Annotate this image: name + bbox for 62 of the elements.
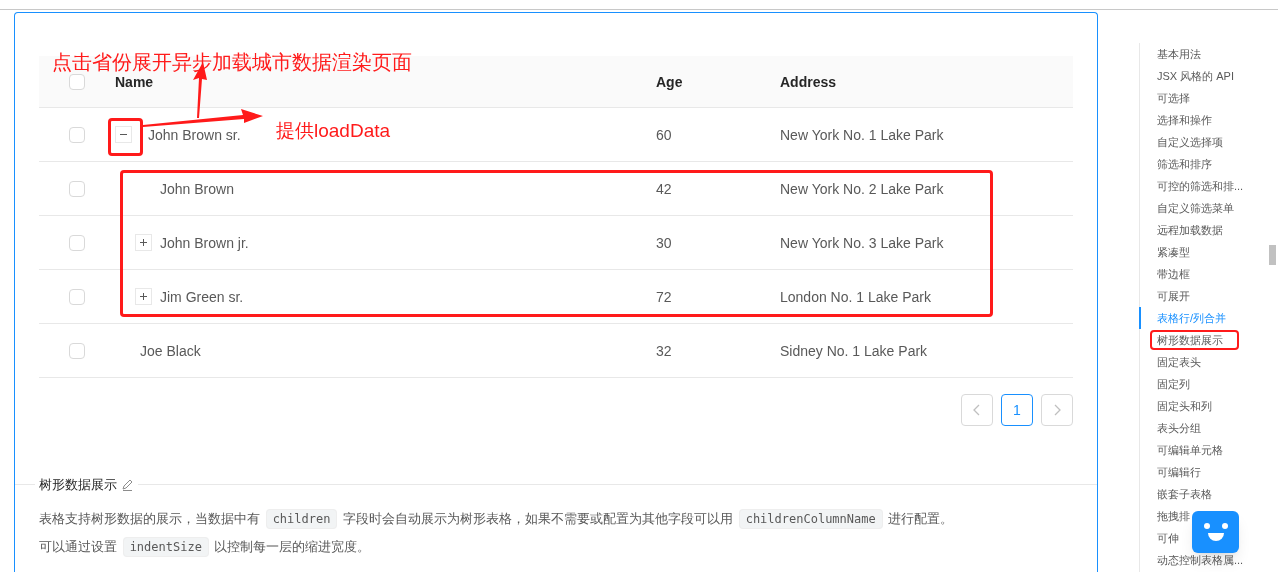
anchor-link[interactable]: 可编辑单元格	[1139, 439, 1223, 461]
anchor-link[interactable]: 拖拽排	[1139, 505, 1190, 527]
anchor-link[interactable]: 筛选和排序	[1139, 153, 1212, 175]
name-cell-text: John Brown sr.	[148, 125, 241, 145]
address-cell: New York No. 3 Lake Park	[780, 234, 944, 251]
anchor-link[interactable]: 表头分组	[1139, 417, 1201, 439]
address-cell: New York No. 1 Lake Park	[780, 126, 944, 143]
name-cell-text: Joe Black	[140, 341, 201, 361]
age-cell: 30	[656, 234, 672, 251]
anchor-link[interactable]: 固定列	[1139, 373, 1190, 395]
age-cell: 60	[656, 126, 672, 143]
anchor-link[interactable]: 基本用法	[1139, 43, 1201, 65]
anchor-link[interactable]: 可控的筛选和排...	[1139, 175, 1244, 197]
next-page-button[interactable]	[1041, 394, 1073, 426]
row-checkbox[interactable]	[69, 342, 85, 359]
anchor-link[interactable]: 固定头和列	[1139, 395, 1212, 417]
select-all-checkbox[interactable]	[69, 73, 85, 90]
row-checkbox[interactable]	[69, 126, 85, 143]
address-cell: London No. 1 Lake Park	[780, 288, 931, 305]
expand-icon[interactable]	[135, 234, 152, 251]
description-text: 表格支持树形数据的展示，当数据中有 children 字段时会自动展示为树形表格，如果不需要或配置为其他字段可以用 childrenColumnName 进行配置。	[39, 505, 1073, 533]
address-cell: New York No. 2 Lake Park	[780, 180, 944, 197]
name-cell-text: John Brown jr.	[160, 233, 249, 253]
anchor-link[interactable]: 树形数据展示	[1139, 329, 1223, 351]
anchor-link[interactable]: JSX 风格的 API	[1139, 65, 1235, 87]
annotation-text: 提供loadData	[276, 119, 391, 143]
column-header: Age	[656, 73, 683, 90]
anchor-link[interactable]: 带边框	[1139, 263, 1190, 285]
description-text: 可以通过设置 indentSize 以控制每一层的缩进宽度。	[39, 533, 1073, 561]
anchor-link[interactable]: 动态控制表格属...	[1139, 549, 1244, 571]
assistant-button[interactable]	[1192, 511, 1239, 553]
chevron-left-icon	[973, 404, 981, 416]
anchor-link[interactable]: 可选择	[1139, 87, 1190, 109]
anchor-link[interactable]: 远程加载数据	[1139, 219, 1223, 241]
anchor-link[interactable]: 可伸	[1139, 527, 1179, 549]
edit-icon[interactable]	[121, 478, 134, 492]
name-cell-text: John Brown	[160, 179, 234, 199]
age-cell: 32	[656, 342, 672, 359]
row-checkbox[interactable]	[69, 234, 85, 251]
row-checkbox[interactable]	[69, 288, 85, 305]
row-checkbox[interactable]	[69, 180, 85, 197]
anchor-link[interactable]: 嵌套子表格	[1139, 483, 1212, 505]
chevron-right-icon	[1053, 404, 1061, 416]
column-header: Address	[780, 73, 837, 90]
previous-page-button[interactable]	[961, 394, 993, 426]
address-cell: Sidney No. 1 Lake Park	[780, 342, 928, 359]
age-cell: 72	[656, 288, 672, 305]
anchor-link[interactable]: 紧凑型	[1139, 241, 1190, 263]
anchor-link[interactable]: 自定义筛选菜单	[1139, 197, 1234, 219]
highlight-frame	[108, 118, 143, 156]
name-cell-text: Jim Green sr.	[160, 287, 244, 307]
anchor-link[interactable]: 固定表头	[1139, 351, 1201, 373]
anchor-link[interactable]: 可编辑行	[1139, 461, 1201, 483]
section-title: 树形数据展示	[39, 476, 117, 494]
anchor-link[interactable]: 自定义选择项	[1139, 131, 1223, 153]
anchor-link[interactable]: 选择和操作	[1139, 109, 1212, 131]
anchor-link[interactable]: 可展开	[1139, 285, 1190, 307]
column-header: Name	[115, 73, 154, 90]
age-cell: 42	[656, 180, 672, 197]
collapse-icon[interactable]	[115, 126, 132, 143]
scrollbar-thumb[interactable]	[1269, 245, 1276, 265]
expand-icon[interactable]	[135, 288, 152, 305]
